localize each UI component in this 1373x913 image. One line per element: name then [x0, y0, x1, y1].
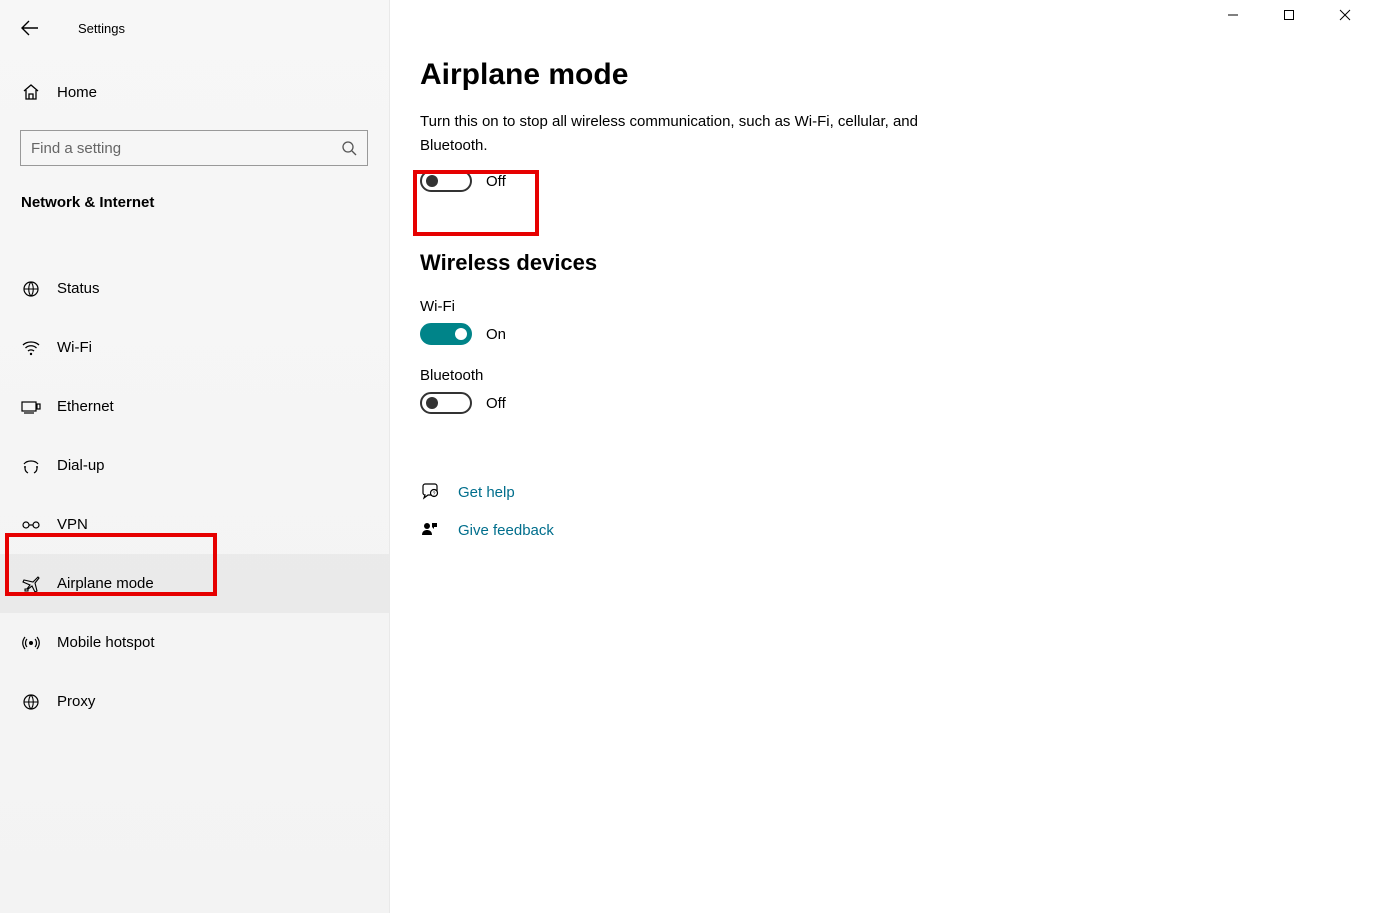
sidebar-item-dialup[interactable]: Dial-up	[0, 436, 389, 495]
wifi-label: Wi-Fi	[420, 298, 1373, 315]
search-input[interactable]	[31, 140, 331, 157]
sidebar-item-wifi[interactable]: Wi-Fi	[0, 318, 389, 377]
svg-text:?: ?	[433, 492, 436, 498]
wifi-icon	[21, 338, 41, 358]
search-box[interactable]	[20, 130, 368, 166]
proxy-icon	[21, 692, 41, 712]
sidebar-item-ethernet[interactable]: Ethernet	[0, 377, 389, 436]
main-content: Airplane mode Turn this on to stop all w…	[390, 0, 1373, 913]
nav-list: Status Wi-Fi Ethernet Dial-up VPN	[0, 259, 389, 731]
sidebar-item-label: Proxy	[57, 693, 95, 710]
sidebar-item-vpn[interactable]: VPN	[0, 495, 389, 554]
sidebar-item-label: Wi-Fi	[57, 339, 92, 356]
airplane-icon	[21, 574, 41, 594]
bluetooth-toggle-state: Off	[486, 395, 506, 412]
ethernet-icon	[21, 397, 41, 417]
feedback-icon	[420, 520, 440, 540]
wireless-devices-heading: Wireless devices	[420, 250, 1373, 276]
sidebar-item-label: Status	[57, 280, 100, 297]
wifi-toggle-state: On	[486, 326, 506, 343]
maximize-button[interactable]	[1261, 0, 1317, 30]
minimize-icon	[1227, 9, 1239, 21]
close-icon	[1339, 9, 1351, 21]
wifi-toggle-row: On	[420, 323, 1373, 345]
sidebar-home[interactable]: Home	[0, 72, 389, 112]
page-description: Turn this on to stop all wireless commun…	[420, 110, 980, 158]
get-help-row: ? Get help	[420, 482, 1373, 502]
get-help-icon: ?	[420, 482, 440, 502]
sidebar-item-label: Airplane mode	[57, 575, 154, 592]
airplane-toggle-state: Off	[486, 173, 506, 190]
page-title: Airplane mode	[420, 58, 1373, 92]
sidebar-item-proxy[interactable]: Proxy	[0, 672, 389, 731]
vpn-icon	[21, 515, 41, 535]
sidebar-item-label: Mobile hotspot	[57, 634, 155, 651]
status-icon	[21, 279, 41, 299]
get-help-link[interactable]: Get help	[458, 484, 515, 501]
airplane-mode-toggle[interactable]	[420, 170, 472, 192]
maximize-icon	[1283, 9, 1295, 21]
airplane-toggle-row: Off	[420, 170, 1373, 192]
sidebar-item-airplane-mode[interactable]: Airplane mode	[0, 554, 389, 613]
home-label: Home	[57, 84, 97, 101]
bluetooth-label: Bluetooth	[420, 367, 1373, 384]
sidebar-item-mobile-hotspot[interactable]: Mobile hotspot	[0, 613, 389, 672]
header-row: Settings	[0, 8, 389, 48]
back-button[interactable]	[20, 18, 40, 38]
bluetooth-toggle-row: Off	[420, 392, 1373, 414]
sidebar-item-label: Ethernet	[57, 398, 114, 415]
search-icon	[341, 140, 357, 156]
window-controls	[1205, 0, 1373, 30]
sidebar-item-status[interactable]: Status	[0, 259, 389, 318]
bluetooth-toggle[interactable]	[420, 392, 472, 414]
close-button[interactable]	[1317, 0, 1373, 30]
sidebar: Settings Home Network & Internet Status	[0, 0, 390, 913]
category-heading: Network & Internet	[0, 166, 389, 211]
minimize-button[interactable]	[1205, 0, 1261, 30]
wifi-toggle[interactable]	[420, 323, 472, 345]
give-feedback-row: Give feedback	[420, 520, 1373, 540]
sidebar-item-label: VPN	[57, 516, 88, 533]
back-arrow-icon	[21, 19, 39, 37]
window-title: Settings	[78, 21, 125, 36]
dialup-icon	[21, 456, 41, 476]
give-feedback-link[interactable]: Give feedback	[458, 522, 554, 539]
sidebar-item-label: Dial-up	[57, 457, 105, 474]
hotspot-icon	[21, 633, 41, 653]
home-icon	[21, 82, 41, 102]
